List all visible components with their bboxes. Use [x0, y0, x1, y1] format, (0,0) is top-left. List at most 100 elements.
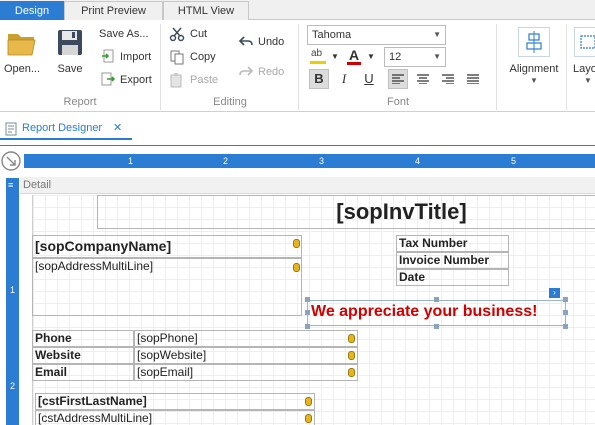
copy-icon — [169, 49, 185, 68]
arrow-down-right-icon — [1, 151, 21, 171]
report-designer-tab-label: Report Designer — [22, 122, 103, 134]
website-label[interactable]: Website — [32, 347, 134, 364]
paste-icon — [169, 72, 185, 91]
font-color-button[interactable]: A — [345, 47, 365, 67]
export-icon — [101, 72, 116, 89]
import-button[interactable]: Import — [120, 51, 151, 63]
font-group-label: Font — [386, 96, 409, 108]
database-icon — [348, 334, 355, 343]
paste-button[interactable]: Paste — [190, 74, 218, 86]
font-name-combo[interactable]: Tahoma ▼ — [307, 25, 446, 45]
ruler-tick: 2 — [10, 381, 16, 391]
tab-html-view[interactable]: HTML View — [163, 1, 249, 21]
ruler-corner-button[interactable] — [0, 150, 22, 172]
customer-name-field[interactable]: [cstFirstLastName] — [35, 393, 315, 410]
resize-handle[interactable] — [563, 310, 568, 315]
justify-button[interactable] — [463, 69, 483, 89]
database-icon — [293, 263, 300, 272]
customer-address-field[interactable]: [cstAddressMultiLine] — [35, 410, 315, 425]
alignment-label[interactable]: Alignment — [506, 63, 562, 75]
undo-icon — [238, 34, 254, 51]
copy-button[interactable]: Copy — [190, 51, 216, 63]
undo-button[interactable]: Undo — [258, 36, 284, 48]
font-size-combo[interactable]: 12 ▼ — [384, 47, 446, 67]
save-label[interactable]: Save — [52, 63, 88, 75]
database-icon — [348, 351, 355, 360]
cut-button[interactable]: Cut — [190, 28, 207, 40]
date-label[interactable]: Date — [396, 269, 509, 286]
align-left-button[interactable] — [388, 69, 408, 89]
resize-handle[interactable] — [563, 324, 568, 329]
email-label[interactable]: Email — [32, 364, 134, 381]
horizontal-ruler: 1 2 3 4 5 — [24, 154, 595, 168]
database-icon — [305, 397, 312, 406]
resize-handle[interactable] — [305, 310, 310, 315]
resize-handle[interactable] — [434, 297, 439, 302]
phone-field[interactable]: [sopPhone] — [134, 330, 358, 347]
close-icon[interactable]: ✕ — [113, 121, 122, 134]
tax-number-label[interactable]: Tax Number — [396, 235, 509, 252]
report-title-field[interactable]: [sopInvTitle] — [97, 195, 595, 229]
ribbon-separator — [566, 24, 567, 110]
menu-icon[interactable]: ≡ — [8, 180, 13, 190]
database-icon — [293, 239, 300, 248]
bold-button[interactable]: B — [309, 69, 329, 89]
font-color-icon: A — [349, 47, 360, 63]
detail-band-label: Detail — [23, 179, 52, 191]
phone-label[interactable]: Phone — [32, 330, 134, 347]
smart-tag-icon[interactable]: › — [549, 288, 560, 298]
italic-button[interactable]: I — [334, 69, 354, 89]
ruler-tick: 2 — [223, 156, 229, 166]
ribbon-separator — [298, 24, 299, 110]
email-field[interactable]: [sopEmail] — [134, 364, 358, 381]
alignment-button[interactable] — [518, 27, 550, 57]
alignment-icon — [526, 31, 542, 53]
appreciate-label[interactable]: We appreciate your business! — [311, 303, 537, 321]
database-icon — [348, 368, 355, 377]
highlight-color-button[interactable]: ab — [309, 47, 329, 67]
detail-band-header[interactable]: Detail — [20, 177, 595, 194]
open-label[interactable]: Open... — [2, 63, 42, 75]
chevron-down-icon: ▼ — [433, 30, 441, 39]
vertical-ruler: ≡ 1 2 — [6, 178, 19, 425]
justify-icon — [467, 74, 479, 85]
redo-button[interactable]: Redo — [258, 66, 284, 78]
font-color-swatch — [347, 62, 361, 65]
ribbon-separator — [496, 24, 497, 110]
align-right-icon — [442, 74, 454, 85]
chevron-down-icon[interactable]: ▼ — [331, 52, 339, 61]
ribbon-separator — [160, 24, 161, 110]
save-button[interactable] — [56, 28, 84, 61]
align-right-button[interactable] — [438, 69, 458, 89]
resize-handle[interactable] — [305, 324, 310, 329]
company-name-field[interactable]: [sopCompanyName] — [32, 235, 302, 258]
font-size-value: 12 — [389, 51, 402, 63]
ruler-tick: 1 — [10, 285, 16, 295]
layout-button[interactable] — [574, 27, 595, 57]
chevron-down-icon: ▼ — [584, 76, 592, 85]
export-button[interactable]: Export — [120, 74, 152, 86]
tab-design[interactable]: Design — [0, 1, 64, 21]
resize-handle[interactable] — [434, 324, 439, 329]
editing-group-label: Editing — [213, 96, 247, 108]
report-group-label: Report — [63, 96, 97, 108]
website-field[interactable]: [sopWebsite] — [134, 347, 358, 364]
address-field[interactable]: [sopAddressMultiLine] — [32, 258, 302, 316]
database-icon — [305, 414, 312, 423]
align-left-icon — [392, 74, 404, 85]
report-designer-tab[interactable]: Report Designer ✕ — [0, 118, 132, 140]
align-center-button[interactable] — [413, 69, 433, 89]
underline-button[interactable]: U — [359, 69, 379, 89]
save-as-button[interactable]: Save As... — [99, 28, 149, 40]
open-button[interactable] — [6, 28, 38, 61]
layout-label[interactable]: Layo — [573, 63, 595, 75]
report-icon — [5, 122, 17, 136]
chevron-down-icon[interactable]: ▼ — [367, 52, 375, 61]
ruler-tick: 5 — [511, 156, 517, 166]
invoice-number-label[interactable]: Invoice Number — [396, 252, 509, 269]
resize-handle[interactable] — [305, 297, 310, 302]
tab-print-preview[interactable]: Print Preview — [64, 1, 163, 21]
ruler-tick: 3 — [319, 156, 325, 166]
highlight-color-swatch — [310, 61, 326, 64]
resize-handle[interactable] — [563, 297, 568, 302]
